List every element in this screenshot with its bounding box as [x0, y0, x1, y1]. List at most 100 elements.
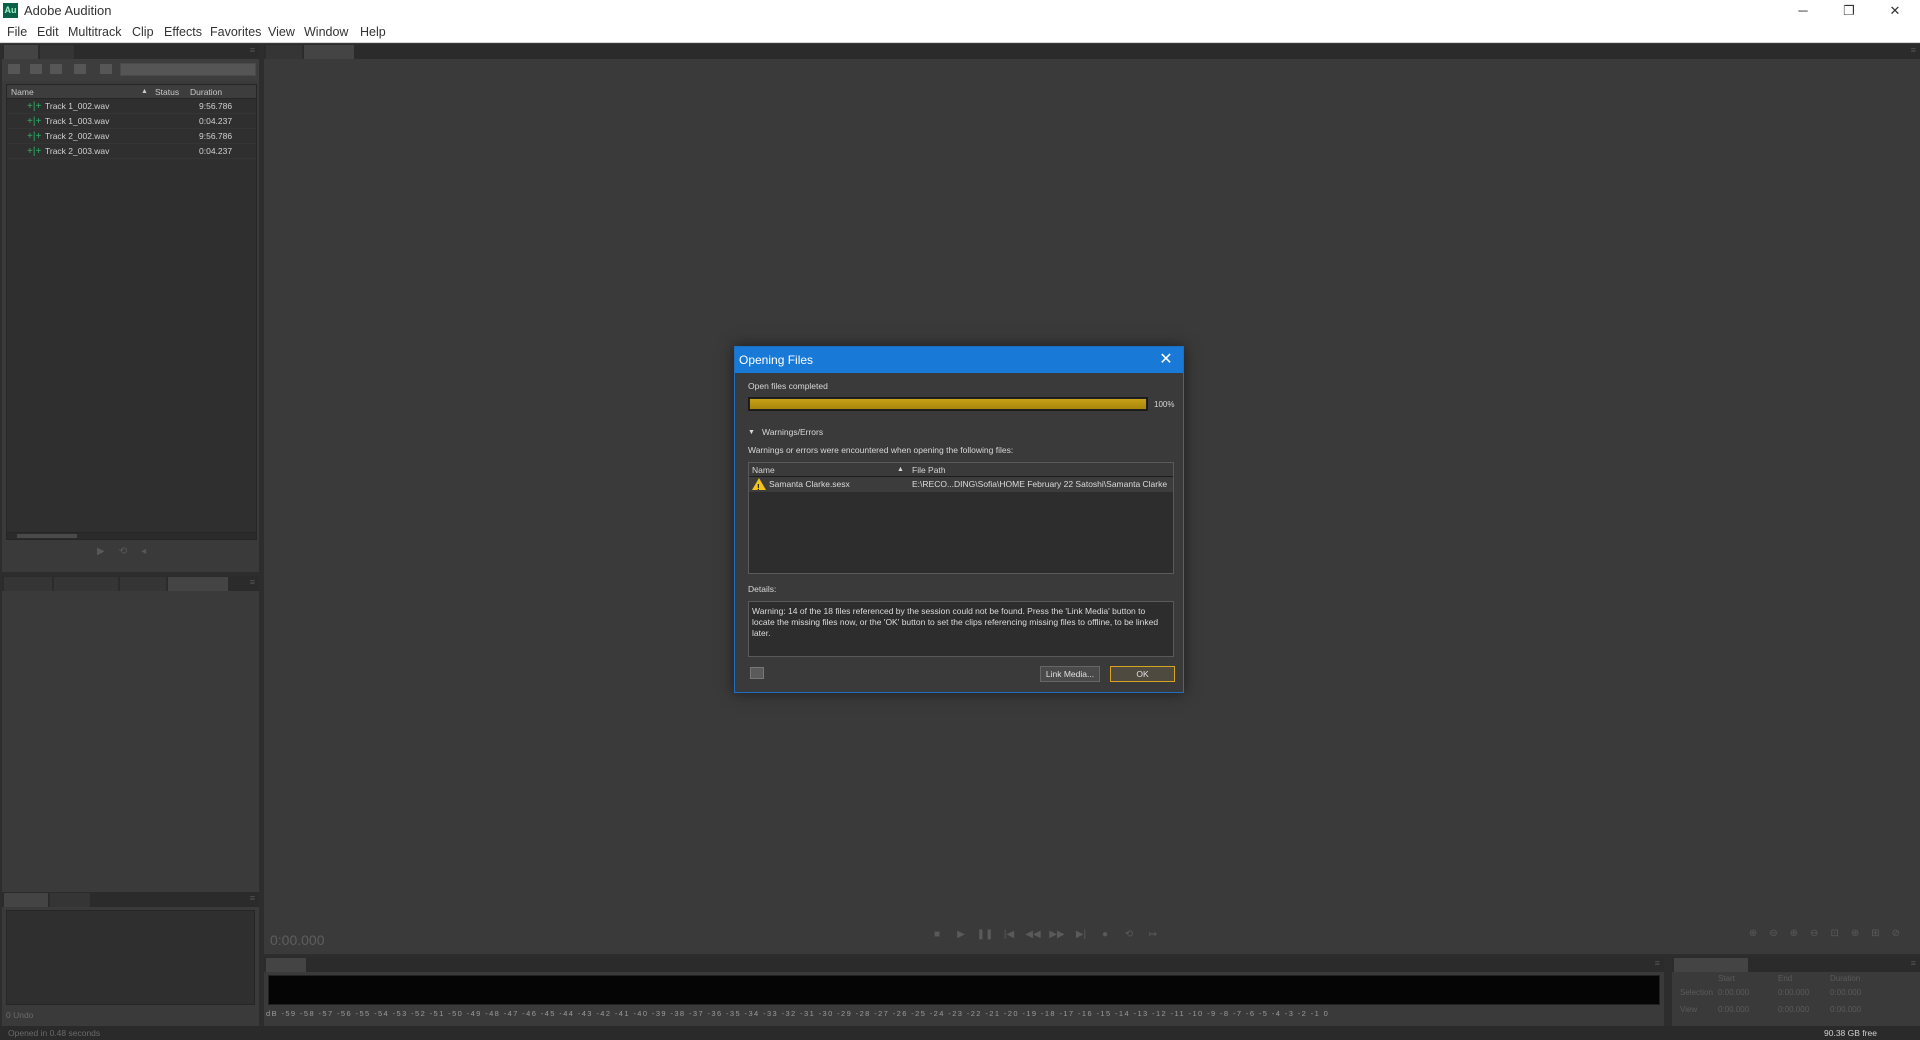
file-row[interactable]: +|+ Track 1_003.wav 0:04.237: [7, 114, 256, 129]
sort-arrow-icon: ▲: [141, 88, 148, 95]
close-window-button[interactable]: ✕: [1872, 0, 1918, 22]
col-duration-header[interactable]: Duration: [190, 85, 222, 99]
col-status-header[interactable]: Status: [155, 85, 179, 99]
sv-selection-end[interactable]: 0:00.000: [1778, 988, 1809, 997]
warnings-section-title[interactable]: Warnings/Errors: [762, 427, 823, 437]
sv-selection-duration[interactable]: 0:00.000: [1830, 988, 1861, 997]
panel-menu-icon[interactable]: ≡: [1911, 45, 1916, 55]
warnings-table-header: Name ▲ File Path: [749, 463, 1173, 477]
panel-menu-icon[interactable]: ≡: [250, 577, 255, 587]
tab-selection-view[interactable]: [1674, 958, 1748, 972]
status-text: Opened in 0.48 seconds: [8, 1028, 101, 1038]
dialog-close-icon[interactable]: ✕: [1155, 347, 1177, 373]
previous-icon[interactable]: |◀: [998, 926, 1020, 944]
files-horizontal-scrollbar[interactable]: [6, 532, 257, 540]
menu-edit[interactable]: Edit: [37, 25, 59, 39]
sv-view-duration[interactable]: 0:00.000: [1830, 1005, 1861, 1014]
menu-window[interactable]: Window: [304, 25, 348, 39]
open-file-icon[interactable]: [8, 64, 20, 74]
rewind-icon[interactable]: ◀◀: [1022, 926, 1044, 944]
skip-icon[interactable]: ↦: [1142, 926, 1164, 944]
tab-properties[interactable]: [168, 577, 228, 591]
file-row[interactable]: +|+ Track 2_002.wav 9:56.786: [7, 129, 256, 144]
tab-history[interactable]: [4, 893, 48, 907]
panel-menu-icon[interactable]: ≡: [1655, 958, 1660, 968]
tab-effects-rack[interactable]: [54, 577, 118, 591]
sv-selection-start[interactable]: 0:00.000: [1718, 988, 1749, 997]
play-icon[interactable]: ▶: [97, 546, 119, 557]
panel-menu-icon[interactable]: ≡: [1911, 958, 1916, 968]
ok-button[interactable]: OK: [1110, 666, 1175, 682]
menu-help[interactable]: Help: [360, 25, 386, 39]
levels-tabbar: ≡: [264, 957, 1664, 972]
menu-file[interactable]: File: [7, 25, 27, 39]
col-name-header[interactable]: Name: [11, 85, 34, 99]
col-name-header[interactable]: Name: [752, 463, 775, 477]
title-bar: Au Adobe Audition ─ ❐ ✕: [0, 0, 1920, 22]
menu-view[interactable]: View: [268, 25, 295, 39]
file-duration: 0:04.237: [199, 116, 233, 126]
pause-icon[interactable]: ❚❚: [974, 926, 996, 944]
file-name: Track 1_002.wav: [45, 101, 110, 111]
panel-menu-icon[interactable]: ≡: [250, 893, 255, 903]
new-file-icon[interactable]: [50, 64, 62, 74]
warnings-table: Name ▲ File Path Samanta Clarke.sesx E:\…: [748, 462, 1174, 574]
file-duration: 9:56.786: [199, 101, 233, 111]
zoom-reset-icon[interactable]: ⊘: [1892, 928, 1912, 939]
warning-file-path: E:\RECO...DING\Sofia\HOME February 22 Sa…: [912, 479, 1168, 489]
zoom-out-amplitude-icon[interactable]: ⊖: [1769, 928, 1789, 939]
link-media-button[interactable]: Link Media...: [1040, 666, 1100, 682]
menu-clip[interactable]: Clip: [132, 25, 154, 39]
tab-browser[interactable]: [4, 577, 52, 591]
col-filepath-header[interactable]: File Path: [912, 463, 946, 477]
files-search-input[interactable]: [120, 63, 256, 76]
copy-details-icon[interactable]: [750, 667, 764, 679]
zoom-out-time-icon[interactable]: ⊖: [1810, 928, 1830, 939]
level-meter: [268, 975, 1660, 1005]
files-panel: ≡ Name ▲ Status Duration +|+ Track 1_002…: [2, 44, 259, 572]
loop-playback-icon[interactable]: ⟲: [1118, 926, 1140, 944]
file-row[interactable]: +|+ Track 2_003.wav 0:04.237: [7, 144, 256, 159]
scrollbar-thumb[interactable]: [17, 534, 77, 538]
menu-effects[interactable]: Effects: [164, 25, 202, 39]
import-file-icon[interactable]: [30, 64, 42, 74]
tab-levels[interactable]: [266, 958, 306, 972]
tab-files[interactable]: [4, 45, 38, 59]
warning-icon: [752, 478, 766, 495]
record-icon[interactable]: ●: [1094, 926, 1116, 944]
panel-menu-icon[interactable]: ≡: [250, 45, 255, 55]
warning-row[interactable]: Samanta Clarke.sesx E:\RECO...DING\Sofia…: [749, 477, 1173, 495]
collapse-arrow-icon[interactable]: ▼: [748, 429, 755, 436]
file-row[interactable]: +|+ Track 1_002.wav 9:56.786: [7, 99, 256, 114]
tab-media[interactable]: [40, 45, 74, 59]
stop-icon[interactable]: ■: [926, 926, 948, 944]
fast-forward-icon[interactable]: ▶▶: [1046, 926, 1068, 944]
tab-markers[interactable]: [120, 577, 166, 591]
sv-view-start[interactable]: 0:00.000: [1718, 1005, 1749, 1014]
restore-button[interactable]: ❐: [1826, 0, 1872, 22]
menu-multitrack[interactable]: Multitrack: [68, 25, 121, 39]
minimize-button[interactable]: ─: [1780, 0, 1826, 22]
file-name: Track 2_002.wav: [45, 131, 110, 141]
sv-view-end[interactable]: 0:00.000: [1778, 1005, 1809, 1014]
loop-icon[interactable]: ⟲: [119, 546, 141, 557]
next-icon[interactable]: ▶|: [1070, 926, 1092, 944]
menu-favorites[interactable]: Favorites: [210, 25, 261, 39]
zoom-selection-icon[interactable]: ⊞: [1871, 928, 1891, 939]
insert-multitrack-icon[interactable]: [74, 64, 86, 74]
tab-video[interactable]: [50, 893, 90, 907]
zoom-in-amplitude-icon[interactable]: ⊕: [1749, 928, 1769, 939]
sv-end-header: End: [1778, 974, 1793, 983]
play-icon[interactable]: ▶: [950, 926, 972, 944]
dialog-status-text: Open files completed: [748, 381, 828, 391]
delete-file-icon[interactable]: [100, 64, 112, 74]
zoom-in-time-icon[interactable]: ⊕: [1790, 928, 1810, 939]
zoom-in-point-icon[interactable]: ⊕: [1851, 928, 1871, 939]
tab-editor[interactable]: [304, 45, 354, 59]
volume-icon[interactable]: ◂: [141, 546, 160, 557]
zoom-out-full-icon[interactable]: ⊡: [1830, 928, 1850, 939]
details-label: Details:: [748, 584, 777, 594]
tab-mixer[interactable]: [266, 45, 302, 59]
status-bar: Opened in 0.48 seconds 90.38 GB free: [0, 1026, 1920, 1040]
progress-bar-fill: [750, 399, 1146, 409]
